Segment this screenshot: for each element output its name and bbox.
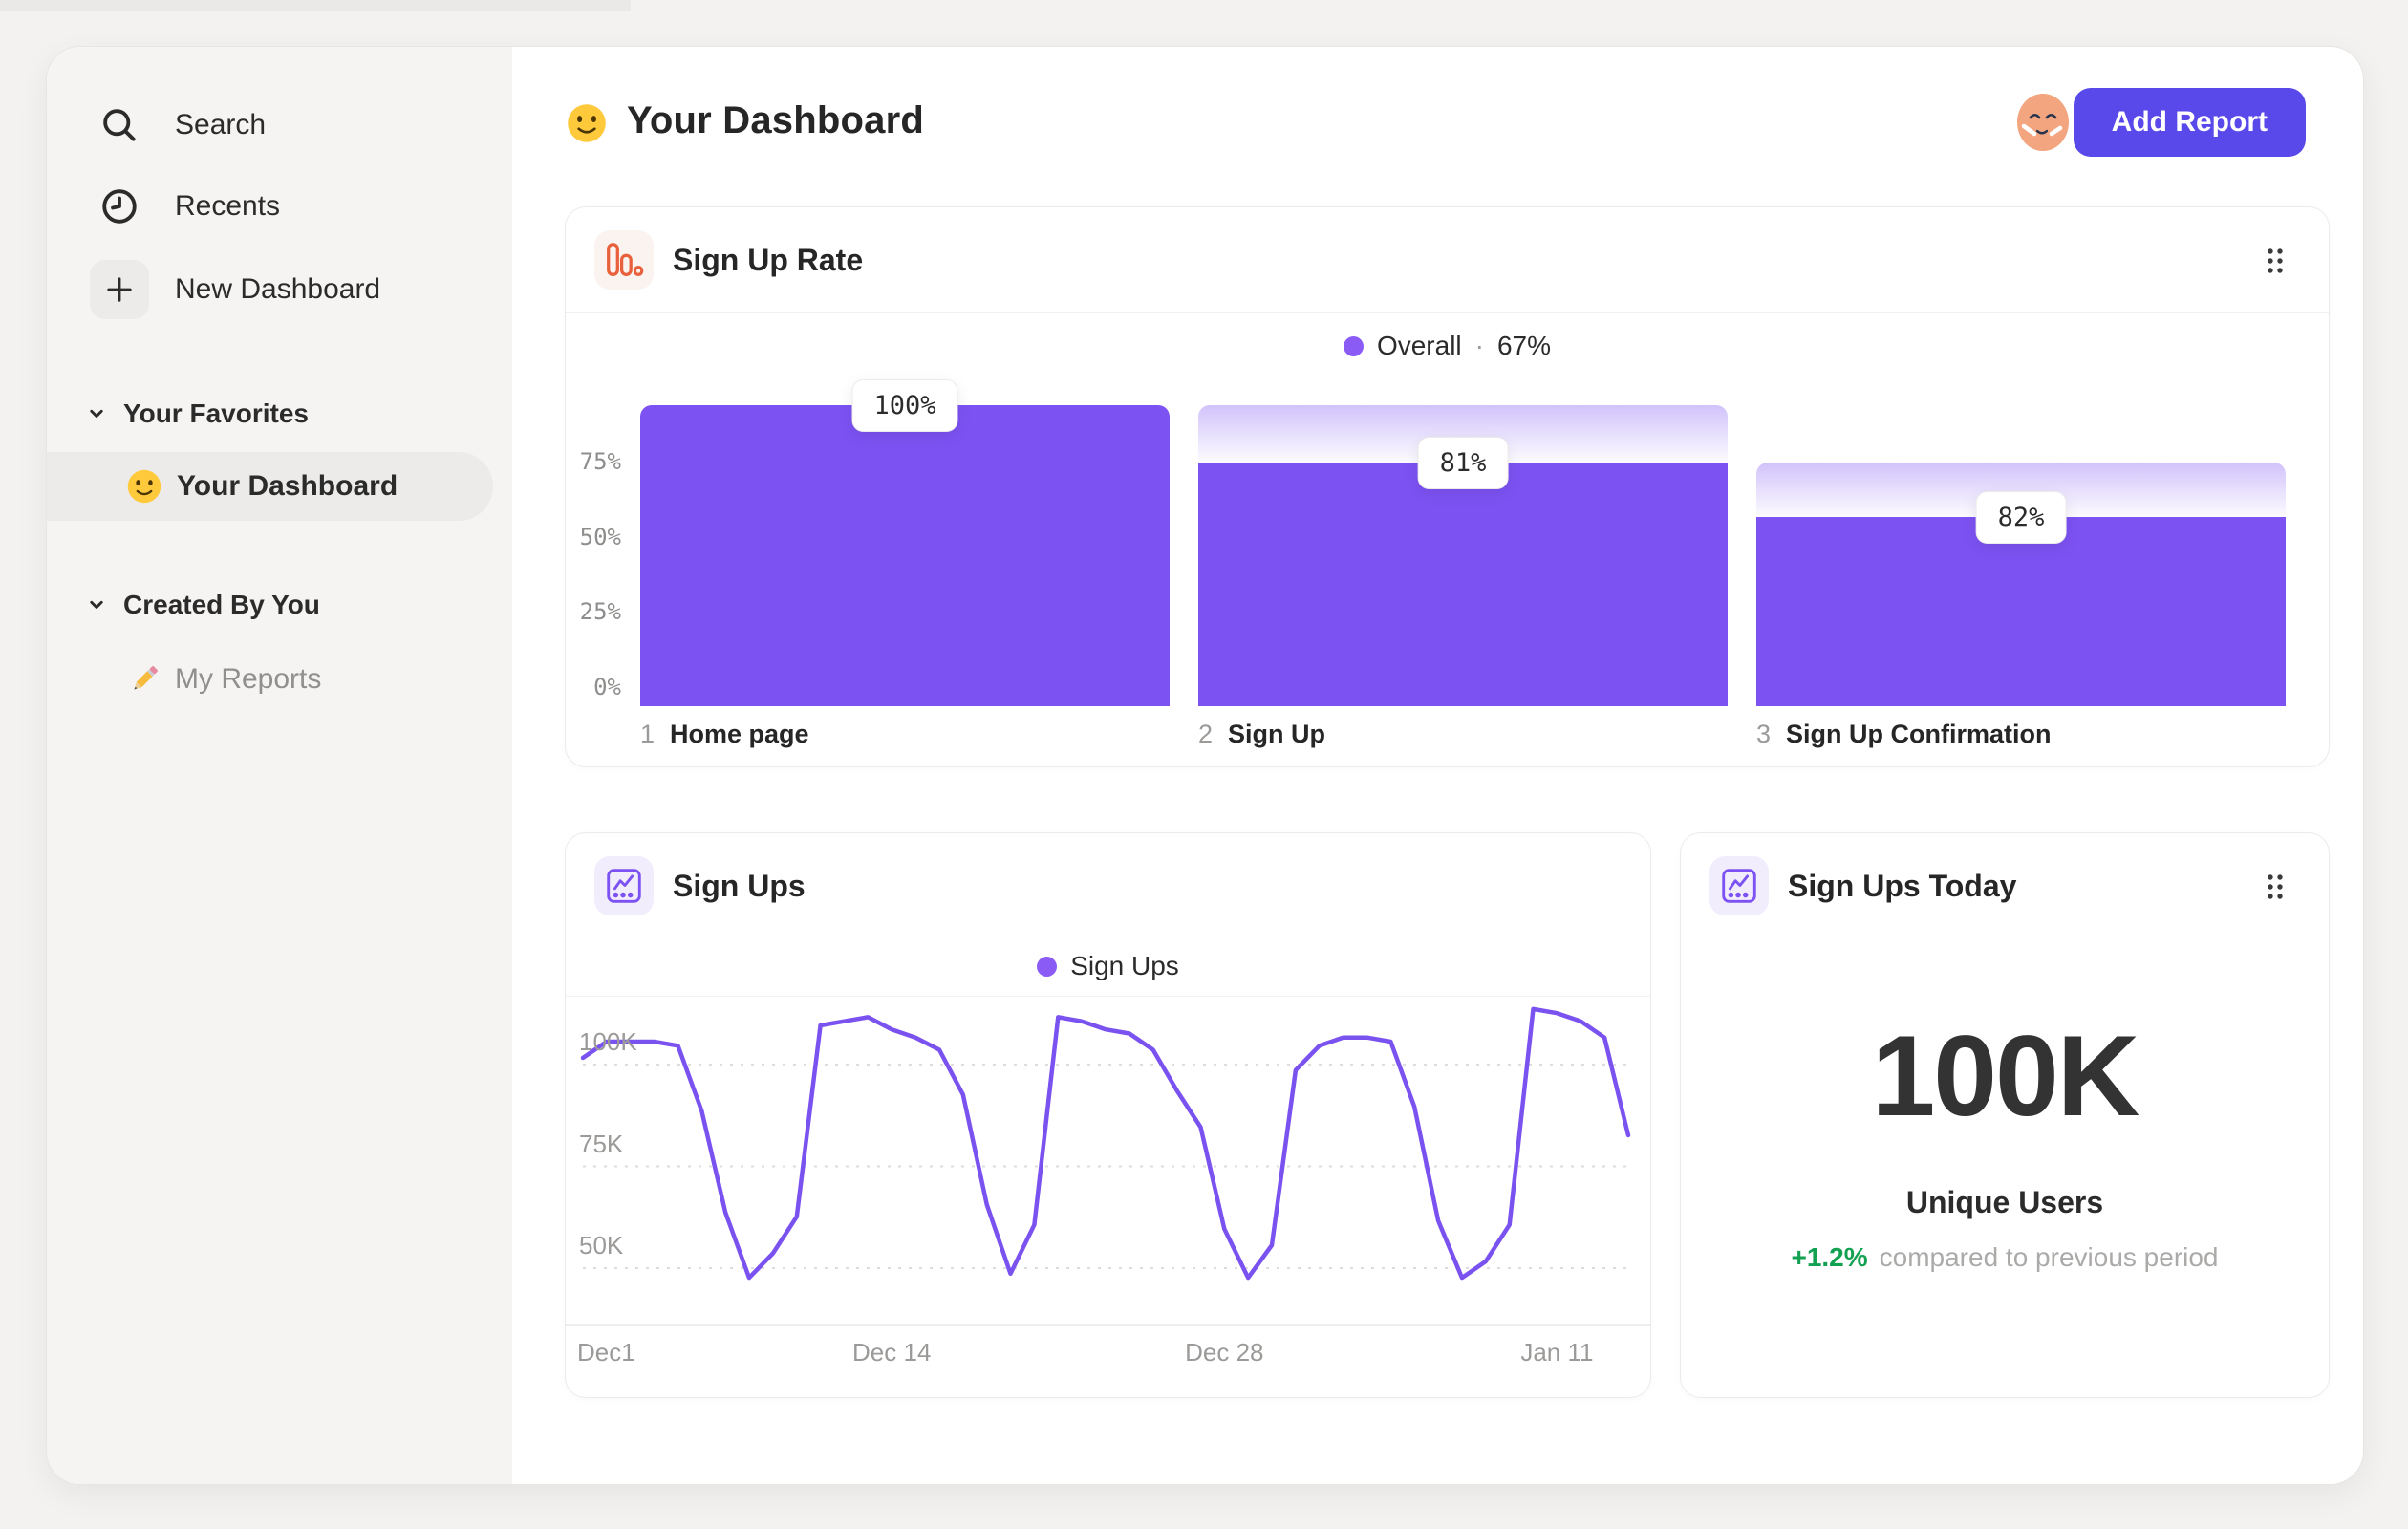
line-chart-icon [1709, 856, 1769, 915]
delta-percent: +1.2% [1791, 1242, 1868, 1272]
funnel-bar[interactable] [1198, 462, 1728, 706]
sidebar-item-label: Search [175, 109, 267, 140]
line-x-tick: Dec1 [577, 1338, 635, 1367]
funnel-y-tick: 25% [579, 598, 621, 626]
chevron-down-icon [85, 402, 108, 425]
sidebar-item-recents[interactable]: Recents [47, 172, 512, 241]
section-label: Created By You [123, 590, 320, 619]
funnel-step-label: 3 Sign Up Confirmation [1756, 720, 2052, 748]
line-y-tick: 100K [579, 1027, 637, 1056]
user-avatar[interactable] [2012, 92, 2074, 153]
sidebar-item-label: New Dashboard [175, 273, 381, 305]
funnel-chart: 75% 50% 25% 0% 100% 1 Home page 81% 2 Sign Up 82% 3… [566, 207, 2329, 766]
pencil-emoji-icon [125, 660, 163, 699]
dashboard-emoji-icon [565, 101, 609, 145]
signups-card: Sign Ups Sign Ups 100K 75K 50K Dec1 Dec 14 De… [565, 832, 1651, 1398]
smiley-emoji-icon [125, 467, 163, 506]
funnel-value-badge: 81% [1417, 436, 1509, 489]
line-x-tick: Dec 14 [852, 1338, 932, 1367]
section-your-favorites[interactable]: Your Favorites [47, 393, 512, 435]
sidebar-item-search[interactable]: Search [47, 91, 512, 160]
line-x-tick: Dec 28 [1185, 1338, 1264, 1367]
signups-today-card-header: Sign Ups Today [1681, 833, 2329, 938]
dashboard-header: Your Dashboard Share [512, 47, 2363, 200]
line-x-tick: Jan 11 [1520, 1338, 1594, 1367]
funnel-bar[interactable] [1756, 516, 2286, 706]
add-report-button[interactable]: Add Report [2073, 88, 2306, 157]
signups-series-line [580, 1006, 1631, 1281]
signups-today-label: Unique Users [1905, 1185, 2104, 1219]
sidebar-item-my-reports[interactable]: My Reports [47, 649, 512, 710]
chevron-down-icon [85, 593, 108, 616]
funnel-y-tick: 50% [579, 523, 621, 550]
funnel-value-badge: 82% [1975, 490, 2067, 544]
funnel-step-label: 1 Home page [640, 720, 809, 748]
sidebar-item-label: Recents [175, 190, 281, 222]
sidebar-item-label: Your Dashboard [177, 470, 398, 502]
app-window: Search Recents New Dashboard Your Favori [46, 46, 2364, 1485]
delta-note: compared to previous period [1879, 1242, 2219, 1272]
sidebar-item-your-dashboard[interactable]: Your Dashboard [47, 452, 493, 521]
line-y-tick: 50K [579, 1231, 624, 1260]
drag-handle-icon[interactable] [2266, 872, 2285, 901]
search-icon [97, 102, 142, 148]
sidebar-item-new-dashboard[interactable]: New Dashboard [47, 255, 512, 324]
clock-icon [97, 183, 142, 229]
top-edge-strip [0, 0, 631, 11]
section-label: Your Favorites [123, 398, 309, 428]
signups-today-delta: +1.2% compared to previous period [1681, 1242, 2329, 1273]
sidebar: Search Recents New Dashboard Your Favori [47, 47, 513, 1484]
signups-today-card: Sign Ups Today 100K Unique Users +1.2% co… [1680, 832, 2330, 1398]
card-title: Sign Ups Today [1788, 868, 2017, 903]
funnel-value-badge: 100% [851, 379, 958, 432]
signup-rate-card: Sign Up Rate Overall · 67% 75% 50% 25% 0% 10… [565, 206, 2330, 767]
section-created-by-you[interactable]: Created By You [47, 584, 512, 626]
line-y-tick: 75K [579, 1129, 624, 1158]
signups-today-value: 100K [1871, 1012, 2140, 1140]
funnel-bar[interactable] [640, 405, 1170, 706]
plus-icon [90, 260, 149, 319]
signups-line-chart: 100K 75K 50K Dec1 Dec 14 Dec 28 Jan 11 [566, 833, 1650, 1397]
sidebar-item-label: My Reports [175, 663, 322, 695]
funnel-y-tick: 0% [593, 674, 621, 700]
funnel-step-label: 2 Sign Up [1198, 720, 1326, 748]
main-content: Your Dashboard Share [512, 47, 2363, 1484]
funnel-y-tick: 75% [579, 447, 621, 475]
page-title: Your Dashboard [627, 99, 924, 141]
